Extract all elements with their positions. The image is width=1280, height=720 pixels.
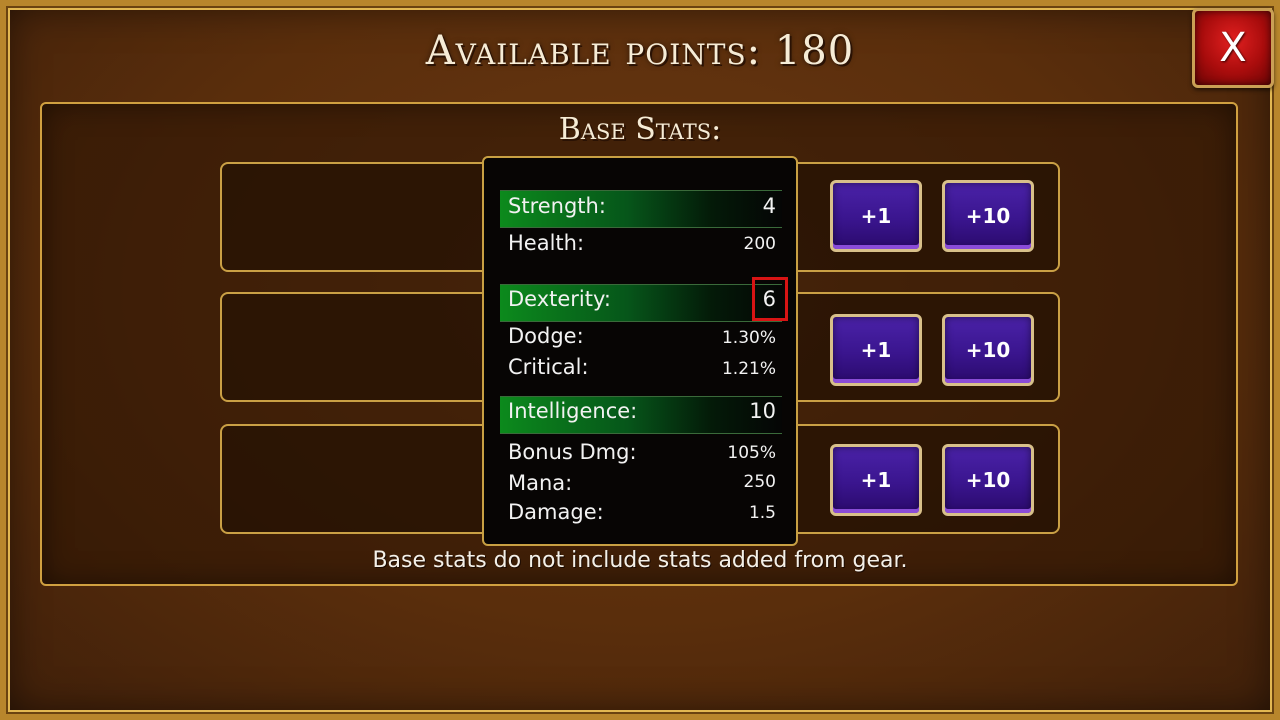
mana-label: Mana:: [508, 471, 573, 495]
intelligence-label: Intelligence:: [508, 399, 638, 423]
damage-label: Damage:: [508, 500, 604, 524]
dexterity-label: Dexterity:: [508, 287, 611, 311]
critical-value: 1.21%: [721, 359, 776, 379]
stats-tooltip: Strength: 4 Health: 200 Dexterity: 6 Dod…: [482, 156, 798, 546]
dexterity-plus1-button[interactable]: +1: [830, 314, 922, 386]
damage-value: 1.5: [748, 503, 776, 523]
dodge-label: Dodge:: [508, 324, 584, 348]
health-value: 200: [743, 234, 776, 254]
health-label: Health:: [508, 231, 585, 255]
intelligence-value: 10: [749, 399, 776, 423]
bonus-dmg-label: Bonus Dmg:: [508, 440, 637, 464]
strength-plus1-button[interactable]: +1: [830, 180, 922, 252]
available-points-title: Available points: 180: [425, 28, 855, 74]
strength-label: Strength:: [508, 194, 606, 218]
base-stats-note: Base stats do not include stats added fr…: [372, 548, 908, 573]
close-button[interactable]: X: [1192, 8, 1274, 88]
intelligence-plus10-button[interactable]: +10: [942, 444, 1034, 516]
strength-value: 4: [762, 194, 776, 218]
dexterity-value-highlight: [752, 277, 788, 321]
critical-label: Critical:: [508, 355, 589, 379]
bonus-dmg-value: 105%: [727, 443, 776, 463]
base-stats-title: Base Stats:: [558, 112, 722, 147]
close-icon: X: [1219, 25, 1247, 71]
intelligence-plus1-button[interactable]: +1: [830, 444, 922, 516]
dexterity-plus10-button[interactable]: +10: [942, 314, 1034, 386]
mana-value: 250: [743, 472, 776, 492]
dodge-value: 1.30%: [721, 328, 776, 348]
strength-plus10-button[interactable]: +10: [942, 180, 1034, 252]
